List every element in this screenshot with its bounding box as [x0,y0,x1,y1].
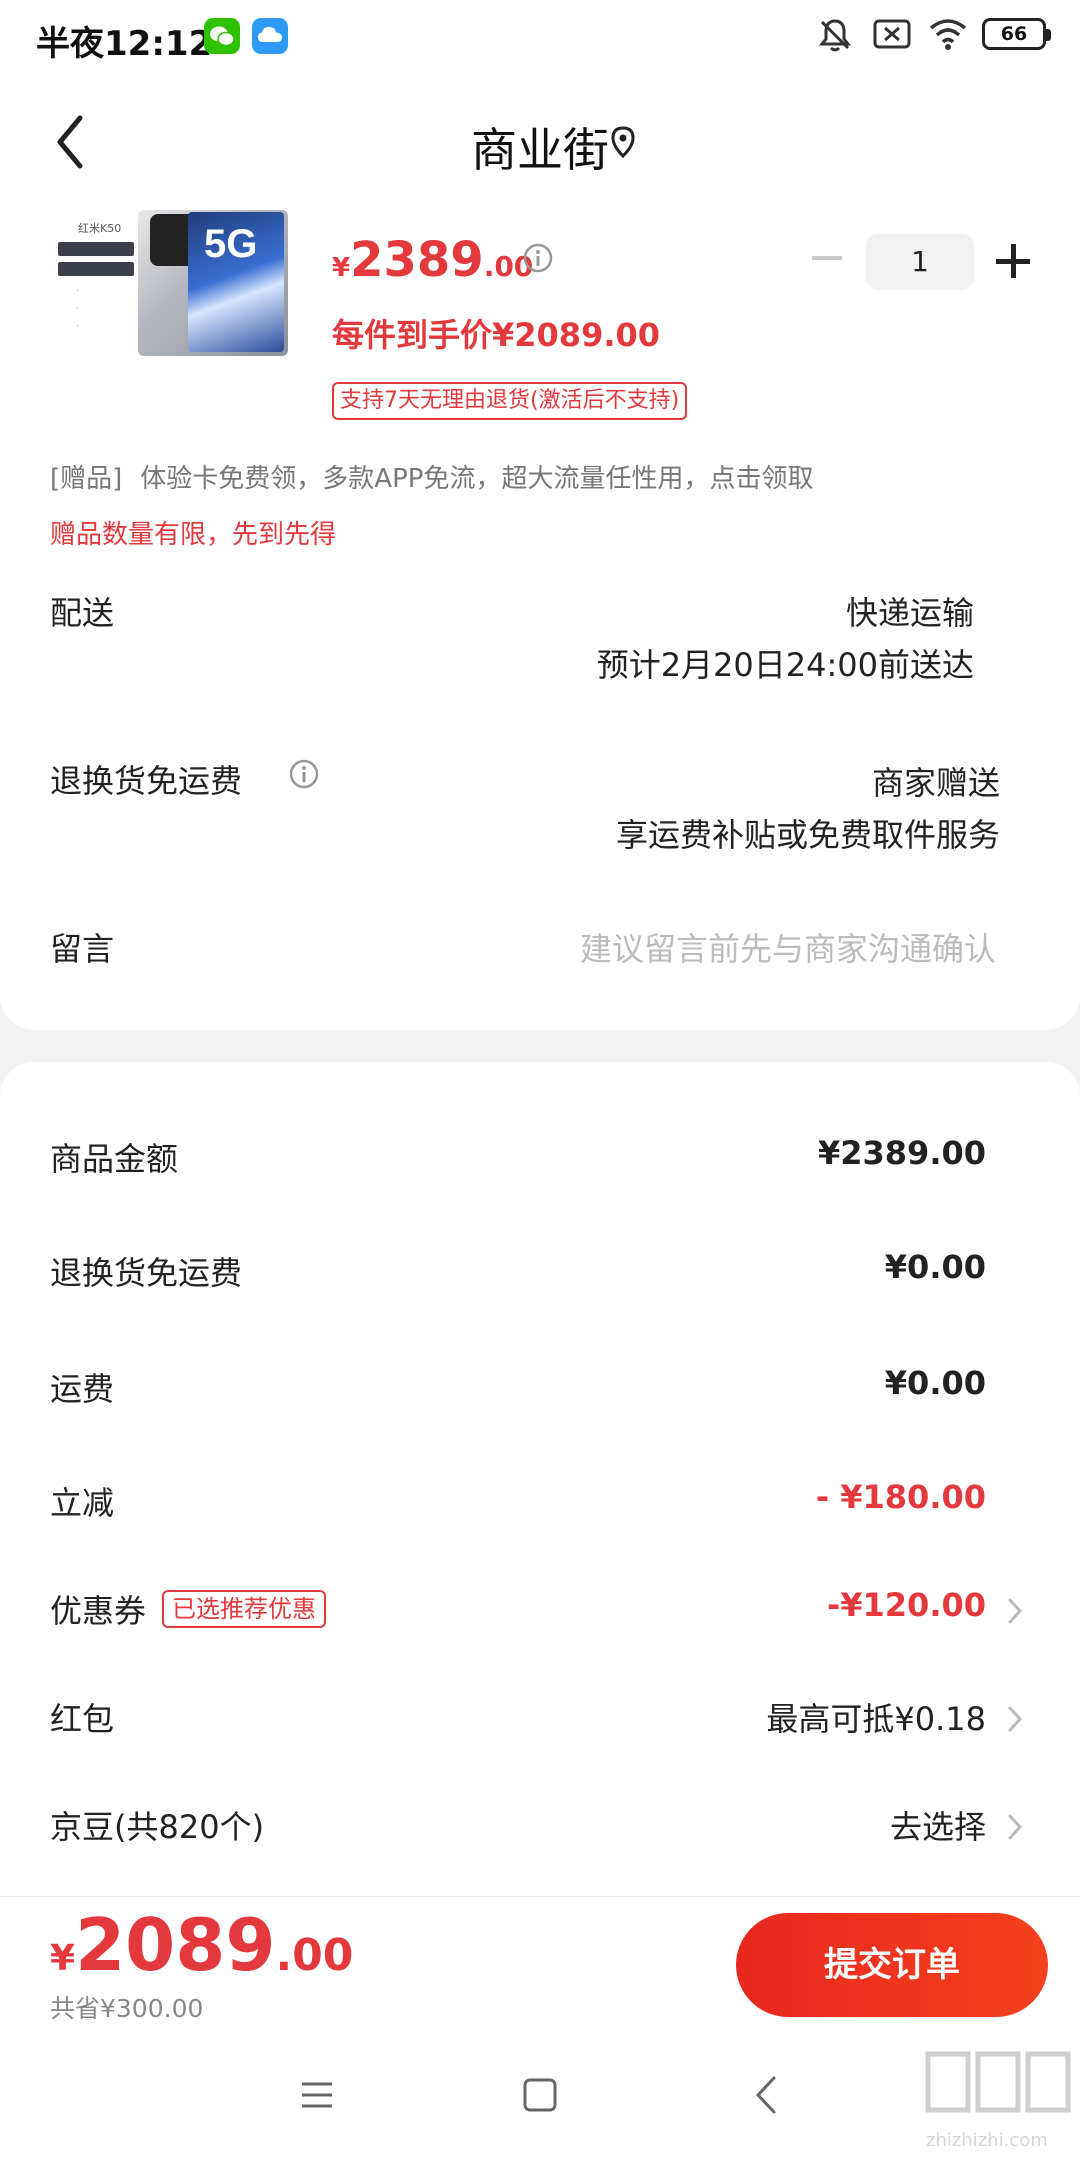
saved-amount: 共省¥300.00 [50,1994,204,2023]
gift-note: 赠品数量有限，先到先得 [50,520,337,550]
summary-value-discount: - ¥180.00 [815,1478,986,1516]
quantity-minus-icon[interactable] [812,256,842,260]
summary-value-shipping: ¥0.00 [884,1364,986,1402]
bell-off-icon [818,19,852,52]
watermark-text: zhizhizhi.com [926,2130,1048,2151]
checkout-bar: ¥2089.00 共省¥300.00 提交订单 [0,1896,1080,2031]
status-time: 半夜12:12 [36,24,213,64]
return-shipping-value: 商家赠送 [871,764,1000,802]
gift-text: 体验卡免费领，多款APP免流，超大流量任性用，点击领取 [140,464,814,494]
return-shipping-detail: 享运费补贴或免费取件服务 [615,816,1000,854]
info-icon[interactable] [288,758,320,790]
watermark: zhizhizhi.com [922,2044,1078,2154]
summary-label-shipping: 运费 [50,1370,115,1408]
order-items-card: 红米K50 · · · 5G ¥2389.00 1 每件到手价¥2089.00 … [0,206,1080,1030]
summary-label-jingdou: 京豆(共820个) [50,1808,265,1846]
home-icon[interactable] [505,2060,575,2130]
battery-icon: 66 [982,18,1051,50]
summary-label-coupon: 优惠券 [50,1592,147,1630]
chevron-right-icon[interactable] [1006,1704,1024,1734]
summary-value-goods: ¥2389.00 [817,1134,986,1172]
message-label: 留言 [50,930,115,968]
summary-label-goods: 商品金额 [50,1140,179,1178]
delivery-method[interactable]: 快递运输 [846,588,974,634]
status-bar: 半夜12:12 66 [0,0,1080,76]
quantity-plus-icon[interactable] [996,244,1030,278]
return-policy-tag: 支持7天无理由退货(激活后不支持) [332,382,688,420]
back-icon[interactable] [732,2060,802,2130]
summary-value-coupon[interactable]: -¥120.00 [827,1586,986,1624]
summary-value-red-packet[interactable]: 最高可抵¥0.18 [766,1694,986,1740]
final-price: 每件到手价¥2089.00 [332,316,661,354]
wifi-icon [929,19,967,50]
sim-off-icon [873,19,911,49]
price-summary-card: 商品金额 ¥2389.00 退换货免运费 ¥0.00 运费 ¥0.00 立减 -… [0,1062,1080,1896]
product-image-brand: 红米K50 [78,222,122,235]
total-price: ¥2089.00 [50,1903,354,1987]
cloud-icon [252,18,288,54]
product-image-badge: 5G [204,222,258,266]
battery-level: 66 [1000,23,1028,45]
coupon-row[interactable]: 优惠券 已选推荐优惠 [50,1586,327,1632]
system-nav-bar [0,2030,1080,2160]
summary-label-discount: 立减 [50,1484,115,1522]
product-price: ¥2389.00 [332,232,534,288]
delivery-label: 配送 [50,594,115,632]
message-input[interactable]: 建议留言前先与商家沟通确认 [580,924,996,970]
wechat-icon [204,18,240,54]
summary-label-red-packet: 红包 [50,1700,115,1738]
chevron-right-icon[interactable] [1006,1596,1024,1626]
submit-order-button[interactable]: 提交订单 [736,1913,1048,2017]
info-icon[interactable] [522,242,554,274]
product-image[interactable]: 红米K50 · · · 5G [56,210,290,358]
gift-label: [赠品] [50,464,123,494]
summary-value-jingdou[interactable]: 去选择 [890,1802,986,1848]
location-pin-icon[interactable] [610,126,636,158]
order-confirmation-page: 半夜12:12 66 商业街 红米K50 · · · 5G ¥2389.00 1… [0,0,1080,2160]
return-shipping-label: 退换货免运费 [50,762,243,800]
chevron-right-icon[interactable] [1006,1812,1024,1842]
quantity-input[interactable]: 1 [866,234,974,290]
gift-row[interactable]: [赠品] 体验卡免费领，多款APP免流，超大流量任性用，点击领取 [50,458,813,495]
header: 商业街 [0,76,1080,206]
summary-label-return-shipping: 退换货免运费 [50,1254,243,1292]
delivery-eta: 预计2月20日24:00前送达 [596,646,974,684]
menu-icon[interactable] [282,2060,352,2130]
status-icons: 66 [816,16,1051,56]
page-title: 商业街 [471,123,609,177]
summary-value-return-shipping: ¥0.00 [884,1248,986,1286]
coupon-tag: 已选推荐优惠 [162,1590,327,1628]
